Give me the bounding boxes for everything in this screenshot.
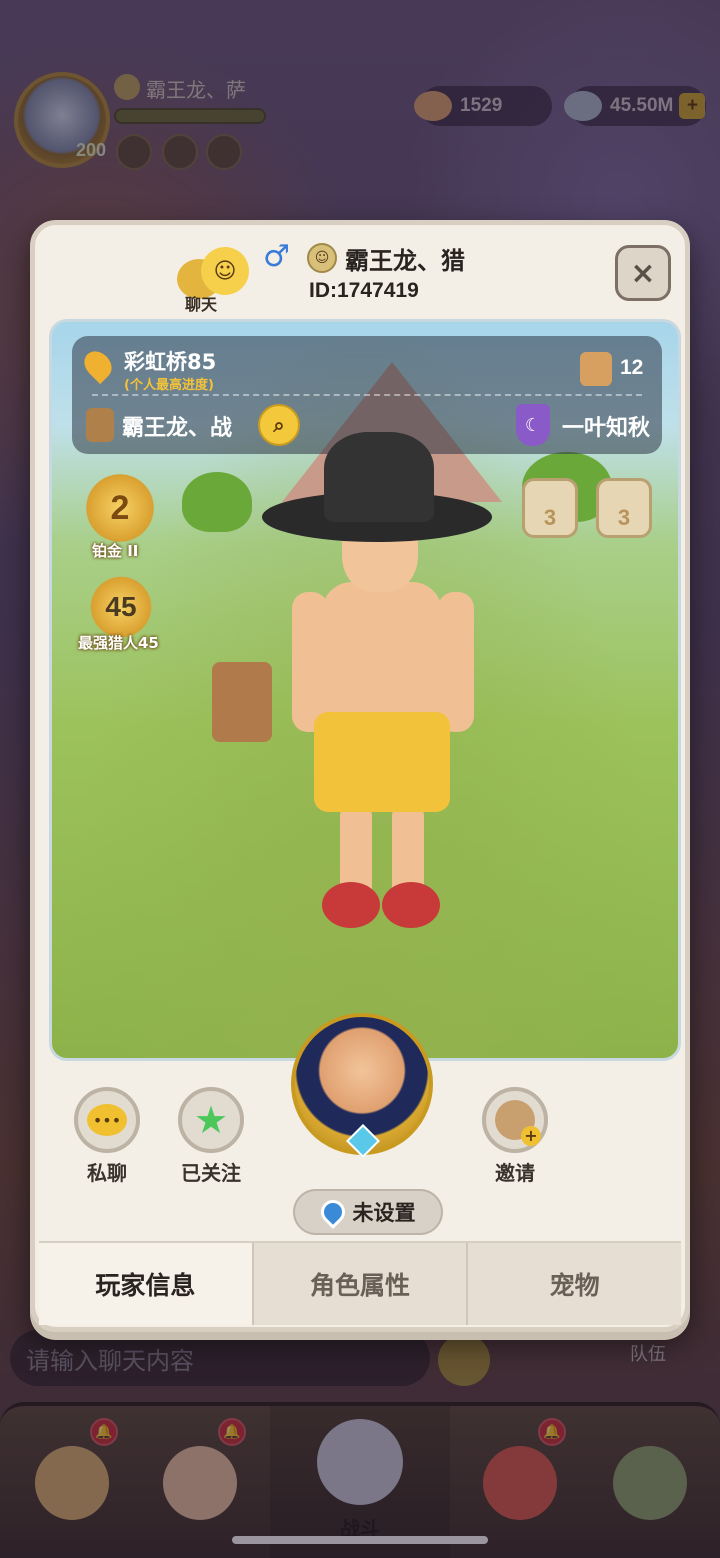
invite-label: 邀请 — [495, 1161, 535, 1185]
title-face-icon: ☺ — [307, 243, 337, 273]
right-arm — [438, 592, 474, 732]
close-button[interactable]: × — [615, 245, 671, 301]
tree-decoration — [182, 472, 252, 532]
profile-name: 霸王龙、猎 — [345, 247, 465, 275]
male-icon: ♂ — [263, 239, 290, 274]
follow-button[interactable]: ★ — [178, 1087, 244, 1153]
tab-pets[interactable]: 宠物 — [468, 1243, 682, 1325]
location-pin-icon — [78, 345, 118, 385]
stat-badge-green[interactable]: 3 — [522, 478, 578, 538]
tab-player-info[interactable]: 玩家信息 — [39, 1243, 254, 1325]
chat-bubble-icon: ••• — [87, 1104, 127, 1136]
character-model — [212, 432, 512, 952]
location-setting[interactable]: 未设置 — [293, 1189, 443, 1235]
weapon-icon — [212, 662, 272, 742]
gem-icon — [346, 1124, 380, 1158]
private-chat-action[interactable]: ••• 私聊 — [71, 1087, 143, 1186]
shorts — [314, 712, 450, 812]
guild-name: 霸王龙、战 — [122, 416, 233, 441]
tab-character-attributes[interactable]: 角色属性 — [253, 1243, 469, 1325]
clan-name: 一叶知秋 — [562, 416, 651, 441]
left-boot — [322, 882, 380, 928]
right-boot — [382, 882, 440, 928]
chat-label: 聊天 — [185, 295, 218, 314]
torso — [322, 582, 442, 732]
stage-name: 彩虹桥85 — [124, 350, 217, 374]
stage-subtitle: (个人最高进度) — [124, 378, 214, 393]
star-icon: ★ — [193, 1098, 229, 1142]
player-portrait[interactable] — [291, 1013, 433, 1158]
modal-header: ☺ 聊天 ♂ ☺ 霸王龙、猎 ID:1747419 × — [35, 225, 685, 315]
rank-label: 铂金 II — [92, 542, 139, 560]
likes-icon — [580, 352, 612, 386]
witch-hat-top — [324, 432, 434, 522]
stat-badge-red[interactable]: 3 — [596, 478, 652, 538]
rank-badge[interactable]: 2 — [78, 472, 162, 544]
clan-moon-icon: ☾ — [516, 404, 550, 446]
divider — [92, 394, 642, 396]
invite-button[interactable] — [482, 1087, 548, 1153]
invite-person-icon — [495, 1100, 541, 1146]
guild-icon — [86, 408, 114, 442]
hunter-label: 最强猎人45 — [78, 634, 159, 652]
profile-id: ID:1747419 — [309, 279, 419, 302]
followed-label: 已关注 — [181, 1161, 241, 1185]
private-chat-button[interactable]: ••• — [74, 1087, 140, 1153]
location-value: 未设置 — [352, 1201, 416, 1225]
player-profile-modal: ☺ 聊天 ♂ ☺ 霸王龙、猎 ID:1747419 × 彩虹桥85 (个人最高进… — [30, 220, 690, 1332]
private-chat-label: 私聊 — [87, 1161, 127, 1185]
location-pin-icon — [315, 1195, 350, 1229]
smile-icon: ☺ — [201, 247, 249, 295]
likes-count: 12 — [620, 356, 644, 379]
profile-tabs: 玩家信息 角色属性 宠物 — [39, 1241, 682, 1325]
invite-action[interactable]: 邀请 — [479, 1087, 551, 1186]
character-scene: 彩虹桥85 (个人最高进度) 12 霸王龙、战 ⌕ ☾ 一叶知秋 2 铂金 II… — [49, 319, 681, 1061]
followed-action[interactable]: ★ 已关注 — [175, 1087, 247, 1186]
